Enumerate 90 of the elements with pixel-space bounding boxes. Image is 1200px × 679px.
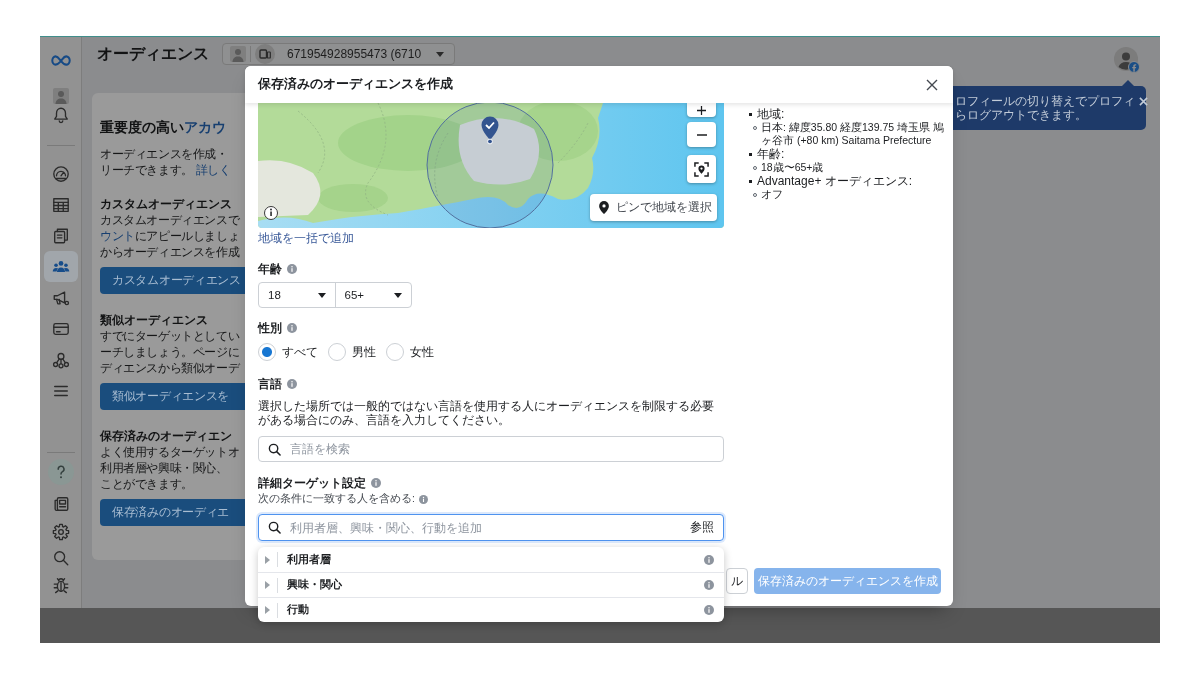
create-button[interactable]: 類似オーディエンスを: [100, 383, 245, 410]
search-icon: [268, 443, 281, 456]
cancel-button[interactable]: ル: [726, 568, 748, 594]
summary-value: オフ: [761, 188, 784, 201]
link[interactable]: アカウ: [184, 119, 226, 135]
radio-button[interactable]: [386, 343, 404, 361]
link[interactable]: 詳しく: [195, 164, 231, 176]
field-label: 年齢: [258, 261, 282, 277]
gauge-icon: [51, 164, 70, 183]
category-item[interactable]: 利用者層: [258, 547, 724, 572]
description-text: すでにターゲットとしてい ーチしましょう。ページに ディエンスから類似オーデ: [100, 329, 241, 376]
close-icon: [1139, 97, 1148, 106]
bullet-icon: [749, 152, 752, 156]
radio-option[interactable]: すべて: [258, 343, 318, 361]
search-field[interactable]: 言語を検索: [258, 436, 724, 462]
news-icon: [51, 495, 70, 513]
category-item[interactable]: 行動: [258, 597, 724, 622]
bullet-icon: [749, 179, 752, 183]
help-icon: [47, 459, 74, 485]
summary-value: 18歳〜65+歳: [761, 161, 825, 174]
info-icon: [287, 323, 297, 333]
megaphone-icon: [51, 288, 70, 307]
bug-icon: [51, 576, 70, 594]
info-icon: [704, 580, 714, 590]
category-item[interactable]: 興味・関心: [258, 572, 724, 597]
avatar-icon: [1114, 47, 1140, 73]
field-label: 詳細ターゲット設定: [258, 475, 366, 491]
description-text: 選択した場所では一般的ではない言語を使用する人にオーディエンスを制限する必要がある場合にのみ、言語を入力してください。: [258, 399, 715, 427]
settings-button[interactable]: [50, 522, 71, 542]
link[interactable]: ウント: [100, 230, 135, 242]
locate-button[interactable]: [687, 155, 716, 183]
caret-down-icon: [436, 51, 444, 57]
zoom-in-button[interactable]: [687, 103, 716, 117]
card-heading: 重要度の高いアカウ: [100, 118, 227, 136]
description-text: よく使用するターゲットオ 利用者層や興味・関心、 ことができます。: [100, 445, 241, 492]
bullet-icon: [749, 112, 752, 116]
create-button[interactable]: 保存済みのオーディエ: [100, 499, 245, 526]
locate-icon: [694, 161, 709, 177]
radio-option[interactable]: 女性: [386, 343, 434, 361]
zoom-out-button[interactable]: [687, 122, 716, 147]
radio-option[interactable]: 男性: [328, 343, 376, 361]
field-label: 性別: [258, 320, 282, 336]
section-title: カスタムオーディエンス: [100, 197, 233, 212]
infinity-logo-icon: [49, 54, 72, 66]
search-icon: [51, 549, 70, 567]
help-button[interactable]: [47, 459, 74, 485]
description-text: カスタムオーディエンスで ウント にアピールしましょ からオーディエンスを作成: [100, 213, 241, 260]
profile-button[interactable]: [1114, 47, 1140, 73]
plus-icon: [697, 105, 706, 115]
settings-icon: [51, 523, 70, 541]
info-icon: [418, 494, 428, 504]
close-icon: [926, 78, 938, 91]
summary-label: 地域:: [757, 107, 785, 121]
info-icon: [371, 478, 381, 488]
pages-icon: [51, 226, 70, 245]
search-icon: [268, 521, 281, 534]
radio-button[interactable]: [258, 343, 276, 361]
description-text: オーディエンスを作成・ リーチできます。 詳しく: [100, 147, 232, 178]
info-icon: [287, 379, 297, 389]
info-icon: [704, 554, 714, 565]
create-button[interactable]: カスタムオーディエンス: [100, 267, 245, 294]
summary-label: Advantage+ オーディエンス:: [757, 174, 913, 188]
minus-icon: [696, 133, 707, 136]
section-title: 類似オーディエンス: [100, 313, 209, 328]
map-pin-icon: [481, 116, 499, 145]
summary-label: 年齢:: [757, 147, 785, 161]
bulk-add-link[interactable]: 地域を一括で追加: [258, 231, 354, 246]
radio-button[interactable]: [328, 343, 346, 361]
section-title: 保存済みのオーディエン: [100, 428, 233, 444]
field-label: 言語: [258, 376, 282, 392]
field-sublabel: 次の条件に一致する人を含める:: [258, 492, 415, 506]
table-icon: [51, 195, 70, 214]
info-icon: [287, 264, 297, 274]
browse-link[interactable]: 参照: [690, 520, 714, 535]
bell-icon: [51, 106, 70, 124]
avatar-icon: [230, 46, 246, 62]
modal-title: 保存済みのオーディエンスを作成: [258, 76, 453, 93]
summary-value: 日本: 緯度35.80 経度139.75 埼玉県 鳩ヶ谷市 (+80 km) Saitama Prefecture: [761, 121, 945, 147]
tooltip-text: ロフィールの切り替えでプロフィ らログアウトできます。: [955, 94, 1135, 123]
avatar-icon: [52, 88, 69, 104]
pin-select-button[interactable]: ピンで地域を選択: [590, 194, 717, 221]
map-pin-icon: [599, 201, 609, 214]
page-title: オーディエンス: [96, 44, 210, 64]
account-selector[interactable]: 671954928955473 (6710: [222, 43, 455, 65]
home-link[interactable]: [49, 54, 72, 66]
nav-button[interactable]: [43, 251, 78, 282]
info-icon: [704, 605, 714, 615]
device-icon: [255, 44, 275, 64]
close-button[interactable]: [926, 78, 938, 91]
network-icon: [51, 350, 70, 369]
